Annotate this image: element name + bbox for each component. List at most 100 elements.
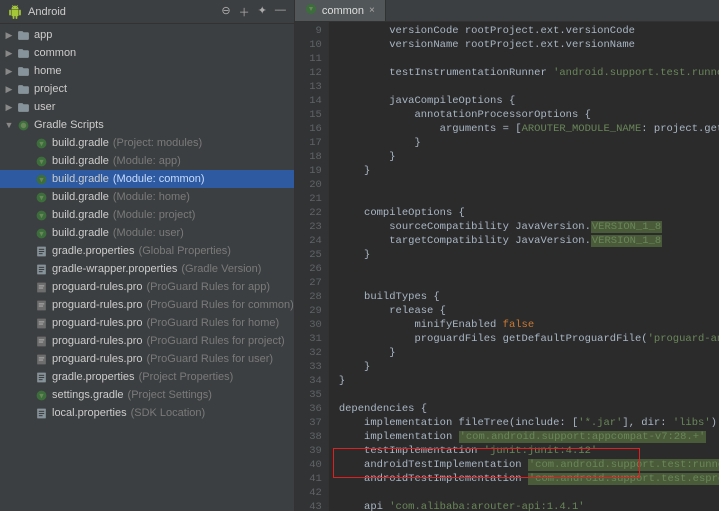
tree-item-hint: (Project: modules) bbox=[113, 137, 202, 149]
project-tree[interactable]: ▶app▶common▶home▶project▶user▼Gradle Scr… bbox=[0, 24, 294, 511]
gradle-icon bbox=[34, 190, 48, 204]
tree-item[interactable]: build.gradle (Module: user) bbox=[0, 224, 294, 242]
chevron-icon[interactable]: ▶ bbox=[4, 48, 14, 59]
tree-item[interactable]: settings.gradle(Project Settings) bbox=[0, 386, 294, 404]
tree-item[interactable]: gradle.properties (Project Properties) bbox=[0, 368, 294, 386]
tree-item-label: gradle.properties bbox=[52, 245, 135, 257]
pro-icon bbox=[34, 298, 48, 312]
tree-item-label: proguard-rules.pro bbox=[52, 281, 143, 293]
sidebar-header: Android ⊖ ＋ ✦ — bbox=[0, 0, 294, 24]
gradle-icon bbox=[34, 226, 48, 240]
tree-item[interactable]: ▶app bbox=[0, 26, 294, 44]
tree-item-hint: (Module: project) bbox=[113, 209, 196, 221]
project-sidebar: Android ⊖ ＋ ✦ — ▶app▶common▶home▶project… bbox=[0, 0, 295, 511]
tree-item[interactable]: build.gradle (Module: project) bbox=[0, 206, 294, 224]
tree-item-label: gradle-wrapper.properties bbox=[52, 263, 177, 275]
tree-item-hint: (ProGuard Rules for project) bbox=[147, 335, 285, 347]
tree-item-label: proguard-rules.pro bbox=[52, 335, 143, 347]
tree-item-hint: (SDK Location) bbox=[131, 407, 206, 419]
tree-item[interactable]: ▼ Gradle Scripts bbox=[0, 116, 294, 134]
add-icon[interactable]: ＋ bbox=[239, 4, 250, 20]
tree-item-hint: (ProGuard Rules for user) bbox=[147, 353, 274, 365]
props-icon bbox=[34, 244, 48, 258]
tree-item[interactable]: ▶ user bbox=[0, 98, 294, 116]
collapse-icon[interactable]: ⊖ bbox=[221, 4, 230, 20]
editor-tab-common[interactable]: common × bbox=[295, 0, 386, 21]
tree-item[interactable]: ▶ common bbox=[0, 44, 294, 62]
folder-icon bbox=[16, 28, 30, 42]
tree-item-label: home bbox=[34, 65, 62, 77]
folder-icon bbox=[16, 100, 30, 114]
tree-item-label: Gradle Scripts bbox=[34, 119, 104, 131]
pro-icon bbox=[34, 334, 48, 348]
editor-area: common × 9101112131415161718192021222324… bbox=[295, 0, 719, 511]
tree-item-hint: (Module: app) bbox=[113, 155, 181, 167]
tree-item-label: proguard-rules.pro bbox=[52, 317, 143, 329]
tree-item-label: build.gradle bbox=[52, 173, 109, 185]
android-icon bbox=[8, 5, 22, 19]
tree-item-label: common bbox=[34, 47, 76, 59]
tree-item[interactable]: ▶ project bbox=[0, 80, 294, 98]
tree-item[interactable]: proguard-rules.pro (ProGuard Rules for co… bbox=[0, 296, 294, 314]
tree-item[interactable]: build.gradle (Module: common) bbox=[0, 170, 294, 188]
pro-icon bbox=[34, 316, 48, 330]
chevron-icon[interactable]: ▶ bbox=[4, 84, 14, 95]
tree-item-hint: (Project Properties) bbox=[139, 371, 234, 383]
tree-item[interactable]: proguard-rules.pro (ProGuard Rules for us… bbox=[0, 350, 294, 368]
tree-item[interactable]: proguard-rules.pro (ProGuard Rules for ho… bbox=[0, 314, 294, 332]
tree-item[interactable]: build.gradle (Module: app) bbox=[0, 152, 294, 170]
tree-item-hint: (Project Settings) bbox=[128, 389, 212, 401]
code-content[interactable]: versionCode rootProject.ext.versionCode … bbox=[329, 22, 719, 511]
tree-item-hint: (ProGuard Rules for common) bbox=[147, 299, 294, 311]
tree-item-label: project bbox=[34, 83, 67, 95]
tree-item-hint: (ProGuard Rules for home) bbox=[147, 317, 280, 329]
tree-item-hint: (Module: user) bbox=[113, 227, 184, 239]
tree-item-hint: (Module: common) bbox=[113, 173, 205, 185]
tree-item-label: proguard-rules.pro bbox=[52, 299, 143, 311]
tree-item[interactable]: ▶ home bbox=[0, 62, 294, 80]
tree-item[interactable]: proguard-rules.pro (ProGuard Rules for pr… bbox=[0, 332, 294, 350]
tree-item-label: local.properties bbox=[52, 407, 127, 419]
tree-item[interactable]: build.gradle (Project: modules) bbox=[0, 134, 294, 152]
settings-icon[interactable]: ✦ bbox=[258, 4, 267, 20]
gradle-icon bbox=[34, 208, 48, 222]
tree-item-label: build.gradle bbox=[52, 191, 109, 203]
chevron-icon[interactable]: ▶ bbox=[4, 30, 14, 41]
tree-item[interactable]: gradle-wrapper.properties (Gradle Version… bbox=[0, 260, 294, 278]
folder-icon bbox=[16, 82, 30, 96]
chevron-icon[interactable]: ▼ bbox=[4, 120, 14, 130]
tree-item-hint: (Global Properties) bbox=[139, 245, 231, 257]
gradle-icon bbox=[34, 154, 48, 168]
tree-item[interactable]: build.gradle (Module: home) bbox=[0, 188, 294, 206]
tree-item-label: proguard-rules.pro bbox=[52, 353, 143, 365]
tree-item-label: build.gradle bbox=[52, 209, 109, 221]
tree-item-label: build.gradle bbox=[52, 227, 109, 239]
tree-item[interactable]: proguard-rules.pro (ProGuard Rules for ap… bbox=[0, 278, 294, 296]
tab-label: common bbox=[322, 5, 364, 17]
editor-tabs: common × bbox=[295, 0, 719, 22]
tree-item-label: build.gradle bbox=[52, 155, 109, 167]
pro-icon bbox=[34, 280, 48, 294]
chevron-icon[interactable]: ▶ bbox=[4, 66, 14, 77]
tree-item-hint: (ProGuard Rules for app) bbox=[147, 281, 271, 293]
gradle-folder-icon bbox=[16, 118, 30, 132]
props-icon bbox=[34, 262, 48, 276]
view-selector[interactable]: Android bbox=[28, 6, 221, 18]
close-icon[interactable]: × bbox=[369, 5, 375, 16]
chevron-icon[interactable]: ▶ bbox=[4, 102, 14, 113]
props-icon bbox=[34, 406, 48, 420]
editor-body: 9101112131415161718192021222324252627282… bbox=[295, 22, 719, 511]
gradle-icon bbox=[34, 136, 48, 150]
props-icon bbox=[34, 370, 48, 384]
tree-item-label: build.gradle bbox=[52, 137, 109, 149]
tree-item[interactable]: local.properties (SDK Location) bbox=[0, 404, 294, 422]
tree-item-label: gradle.properties bbox=[52, 371, 135, 383]
folder-icon bbox=[16, 46, 30, 60]
pro-icon bbox=[34, 352, 48, 366]
tree-item[interactable]: gradle.properties (Global Properties) bbox=[0, 242, 294, 260]
tree-item-hint: (Module: home) bbox=[113, 191, 190, 203]
tree-item-label: user bbox=[34, 101, 55, 113]
tree-item-hint: (Gradle Version) bbox=[181, 263, 261, 275]
hide-icon[interactable]: — bbox=[275, 4, 286, 20]
gradle-icon bbox=[305, 3, 317, 18]
